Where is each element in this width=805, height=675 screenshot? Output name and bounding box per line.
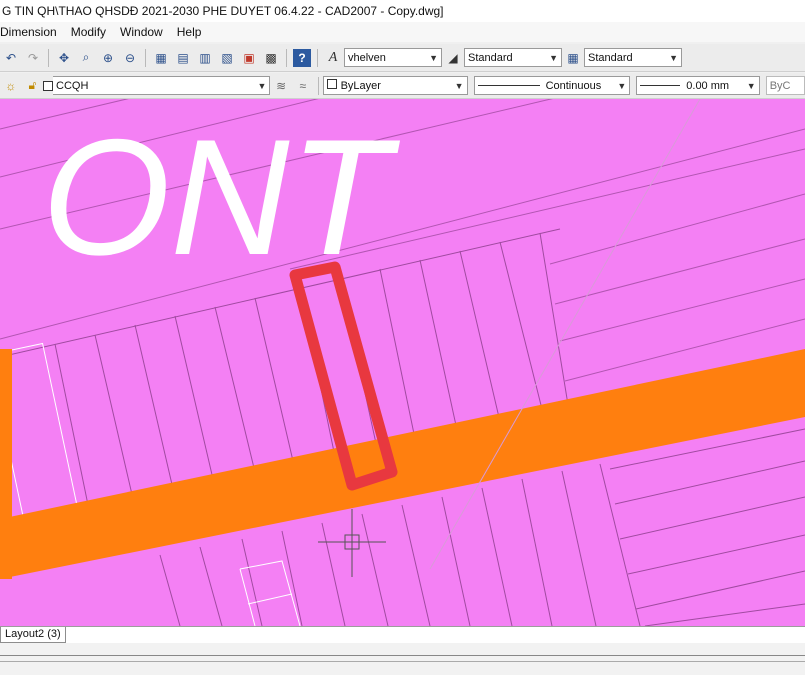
menu-bar: Dimension Modify Window Help	[0, 22, 805, 42]
toolbar-separator	[145, 48, 146, 67]
chevron-down-icon: ▼	[746, 80, 756, 91]
table-style-icon[interactable]: ▦	[564, 49, 582, 67]
toolbar-separator	[317, 76, 319, 95]
lineweight-dropdown[interactable]: 0.00 mm ▼	[636, 76, 760, 95]
chevron-down-icon: ▼	[257, 80, 267, 91]
layer-state-icon[interactable]: ☼	[2, 77, 20, 95]
plotstyle-dropdown[interactable]: ByC	[765, 76, 805, 95]
command-line[interactable]	[0, 643, 805, 675]
help-icon[interactable]: ?	[293, 48, 311, 67]
text-style-icon[interactable]: A	[324, 49, 342, 67]
chevron-down-icon: ▼	[549, 52, 558, 63]
layer-lock-icon[interactable]: 🔓︎	[24, 77, 42, 95]
linetype-sample	[477, 85, 540, 87]
command-divider	[0, 661, 805, 662]
menu-window[interactable]: Window	[120, 25, 163, 39]
tab-layout2[interactable]: Layout2 (3)	[0, 627, 66, 643]
layers-toolbar: ☼ 🔓︎ CCQH ▼ ≋ ≈ ByLayer ▼ Continuous ▼ 0.…	[0, 73, 805, 99]
menu-dimension[interactable]: Dimension	[0, 25, 57, 39]
toolbar-separator	[317, 48, 318, 67]
zoom-window-icon[interactable]: ⊕	[99, 49, 117, 67]
zoom-previous-icon[interactable]: ⊖	[121, 49, 139, 67]
zoom-realtime-icon[interactable]: ⌕	[77, 49, 95, 67]
toolbar-separator	[48, 48, 49, 67]
dim-style-dropdown[interactable]: Standard ▼	[464, 48, 562, 67]
menu-help[interactable]: Help	[177, 25, 202, 39]
window-title: G TIN QH\THAO QHSDĐ 2021-2030 PHE DUYET …	[0, 0, 805, 22]
sheet-set-icon[interactable]: ▧	[218, 49, 236, 67]
calculator-icon[interactable]: ▩	[262, 49, 280, 67]
make-current-layer-icon[interactable]: ≋	[272, 77, 290, 95]
layer-color-swatch	[43, 80, 54, 91]
chevron-down-icon: ▼	[429, 52, 438, 63]
chevron-down-icon: ▼	[617, 80, 627, 91]
undo-icon[interactable]: ↶	[2, 49, 20, 67]
dim-style-icon[interactable]: ◢	[444, 49, 462, 67]
linetype-dropdown[interactable]: Continuous ▼	[473, 76, 631, 95]
redo-icon[interactable]: ↷	[24, 49, 42, 67]
menu-modify[interactable]: Modify	[71, 25, 106, 39]
pan-icon[interactable]: ✥	[55, 49, 73, 67]
tool-palettes-icon[interactable]: ▥	[196, 49, 214, 67]
chevron-down-icon: ▼	[454, 80, 464, 91]
toolbar-separator	[286, 48, 287, 67]
drawing-svg: ONT	[0, 99, 805, 626]
layer-previous-icon[interactable]: ≈	[294, 77, 312, 95]
command-divider	[0, 655, 805, 656]
markup-icon[interactable]: ▣	[240, 49, 258, 67]
standard-toolbar: ↶ ↷ ✥ ⌕ ⊕ ⊖ ▦ ▤ ▥ ▧ ▣ ▩ ? A vhelven ▼ ◢ S…	[0, 44, 805, 72]
zone-label: ONT	[42, 105, 401, 289]
text-style-dropdown[interactable]: vhelven ▼	[344, 48, 442, 67]
color-dropdown[interactable]: ByLayer ▼	[322, 76, 468, 95]
layer-dropdown[interactable]: CCQH ▼	[53, 76, 271, 95]
design-center-icon[interactable]: ▤	[174, 49, 192, 67]
properties-icon[interactable]: ▦	[152, 49, 170, 67]
drawing-canvas[interactable]: ONT	[0, 99, 805, 626]
color-swatch	[326, 79, 337, 89]
layout-tab-bar: Layout2 (3)	[0, 626, 805, 643]
lineweight-sample	[640, 85, 681, 87]
chevron-down-icon: ▼	[669, 52, 678, 63]
table-style-dropdown[interactable]: Standard ▼	[584, 48, 682, 67]
